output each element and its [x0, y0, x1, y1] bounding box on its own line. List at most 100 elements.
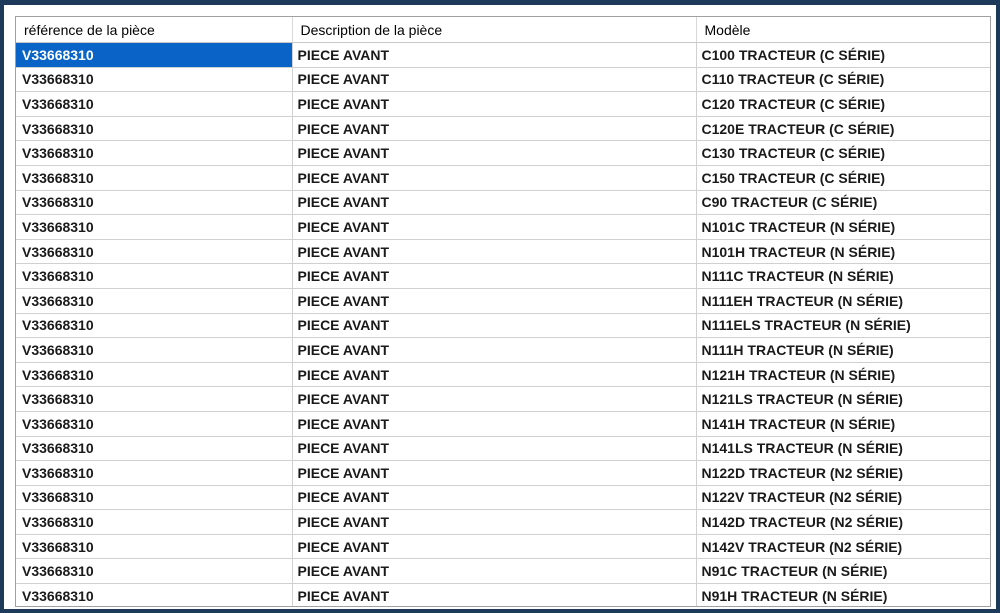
- cell-reference[interactable]: V33668310: [16, 386, 293, 412]
- cell-model[interactable]: N142V TRACTEUR (N2 SÉRIE): [696, 534, 990, 560]
- cell-reference[interactable]: V33668310: [16, 436, 293, 462]
- cell-description[interactable]: PIECE AVANT: [292, 313, 697, 339]
- parts-grid[interactable]: référence de la pièce Description de la …: [15, 16, 991, 607]
- cell-reference[interactable]: V33668310: [16, 362, 293, 388]
- cell-description[interactable]: PIECE AVANT: [292, 583, 697, 606]
- table-row[interactable]: V33668310 PIECE AVANT C110 TRACTEUR (C SÉR…: [16, 67, 990, 93]
- cell-model[interactable]: C120E TRACTEUR (C SÉRIE): [696, 116, 990, 142]
- table-row[interactable]: V33668310 PIECE AVANT C100 TRACTEUR (C SÉR…: [16, 42, 990, 68]
- cell-model[interactable]: N142D TRACTEUR (N2 SÉRIE): [696, 509, 990, 535]
- cell-description[interactable]: PIECE AVANT: [292, 190, 697, 216]
- cell-description[interactable]: PIECE AVANT: [292, 337, 697, 363]
- cell-model[interactable]: C90 TRACTEUR (C SÉRIE): [696, 190, 990, 216]
- table-row[interactable]: V33668310 PIECE AVANT N111ELS TRACTEUR (N …: [16, 313, 990, 339]
- cell-model[interactable]: C120 TRACTEUR (C SÉRIE): [696, 91, 990, 117]
- table-row[interactable]: V33668310 PIECE AVANT N111EH TRACTEUR (N S…: [16, 288, 990, 314]
- cell-description[interactable]: PIECE AVANT: [292, 386, 697, 412]
- table-row[interactable]: V33668310 PIECE AVANT C120E TRACTEUR (C SÉ…: [16, 116, 990, 142]
- cell-description[interactable]: PIECE AVANT: [292, 411, 697, 437]
- cell-description[interactable]: PIECE AVANT: [292, 460, 697, 486]
- cell-description[interactable]: PIECE AVANT: [292, 263, 697, 289]
- cell-model[interactable]: C110 TRACTEUR (C SÉRIE): [696, 67, 990, 93]
- cell-reference[interactable]: V33668310: [16, 583, 293, 606]
- cell-model[interactable]: N111ELS TRACTEUR (N SÉRIE): [696, 313, 990, 339]
- cell-model[interactable]: N141H TRACTEUR (N SÉRIE): [696, 411, 990, 437]
- cell-model[interactable]: N111EH TRACTEUR (N SÉRIE): [696, 288, 990, 314]
- window-frame: référence de la pièce Description de la …: [0, 0, 1000, 613]
- cell-reference[interactable]: V33668310: [16, 485, 293, 511]
- column-header-model[interactable]: Modèle: [696, 17, 990, 43]
- cell-model[interactable]: N111H TRACTEUR (N SÉRIE): [696, 337, 990, 363]
- table-row[interactable]: V33668310 PIECE AVANT N121H TRACTEUR (N SÉ…: [16, 362, 990, 388]
- table-row[interactable]: V33668310 PIECE AVANT N101H TRACTEUR (N SÉ…: [16, 239, 990, 265]
- cell-reference[interactable]: V33668310: [16, 263, 293, 289]
- cell-description[interactable]: PIECE AVANT: [292, 214, 697, 240]
- table-row[interactable]: V33668310 PIECE AVANT N111C TRACTEUR (N SÉ…: [16, 263, 990, 289]
- cell-model[interactable]: N101C TRACTEUR (N SÉRIE): [696, 214, 990, 240]
- cell-reference[interactable]: V33668310: [16, 140, 293, 166]
- cell-reference[interactable]: V33668310: [16, 337, 293, 363]
- cell-reference[interactable]: V33668310: [16, 288, 293, 314]
- cell-description[interactable]: PIECE AVANT: [292, 67, 697, 93]
- table-body: V33668310 PIECE AVANT C100 TRACTEUR (C SÉR…: [16, 42, 990, 606]
- cell-description[interactable]: PIECE AVANT: [292, 436, 697, 462]
- cell-description[interactable]: PIECE AVANT: [292, 534, 697, 560]
- cell-description[interactable]: PIECE AVANT: [292, 558, 697, 585]
- cell-reference[interactable]: V33668310: [16, 190, 293, 216]
- cell-reference[interactable]: V33668310: [16, 42, 293, 68]
- cell-description[interactable]: PIECE AVANT: [292, 509, 697, 535]
- cell-description[interactable]: PIECE AVANT: [292, 362, 697, 388]
- cell-reference[interactable]: V33668310: [16, 67, 293, 93]
- cell-reference[interactable]: V33668310: [16, 313, 293, 339]
- cell-description[interactable]: PIECE AVANT: [292, 42, 697, 68]
- table-row[interactable]: V33668310 PIECE AVANT N142D TRACTEUR (N2 S…: [16, 509, 990, 535]
- table-row[interactable]: V33668310 PIECE AVANT N122V TRACTEUR (N2 S…: [16, 485, 990, 511]
- cell-description[interactable]: PIECE AVANT: [292, 239, 697, 265]
- cell-reference[interactable]: V33668310: [16, 509, 293, 535]
- table-row[interactable]: V33668310 PIECE AVANT N111H TRACTEUR (N SÉ…: [16, 337, 990, 363]
- table-row[interactable]: V33668310 PIECE AVANT C130 TRACTEUR (C SÉR…: [16, 140, 990, 166]
- parts-table: référence de la pièce Description de la …: [16, 17, 990, 606]
- cell-model[interactable]: N122D TRACTEUR (N2 SÉRIE): [696, 460, 990, 486]
- table-row[interactable]: V33668310 PIECE AVANT C150 TRACTEUR (C SÉR…: [16, 165, 990, 191]
- cell-model[interactable]: N122V TRACTEUR (N2 SÉRIE): [696, 485, 990, 511]
- cell-model[interactable]: N91H TRACTEUR (N SÉRIE): [696, 583, 990, 606]
- cell-reference[interactable]: V33668310: [16, 91, 293, 117]
- cell-model[interactable]: N101H TRACTEUR (N SÉRIE): [696, 239, 990, 265]
- cell-reference[interactable]: V33668310: [16, 558, 293, 585]
- cell-reference[interactable]: V33668310: [16, 534, 293, 560]
- cell-description[interactable]: PIECE AVANT: [292, 165, 697, 191]
- cell-model[interactable]: N91C TRACTEUR (N SÉRIE): [696, 558, 990, 585]
- column-header-reference[interactable]: référence de la pièce: [16, 17, 293, 43]
- cell-reference[interactable]: V33668310: [16, 165, 293, 191]
- cell-reference[interactable]: V33668310: [16, 116, 293, 142]
- table-row[interactable]: V33668310 PIECE AVANT N121LS TRACTEUR (N S…: [16, 386, 990, 412]
- table-row[interactable]: V33668310 PIECE AVANT N141H TRACTEUR (N SÉ…: [16, 411, 990, 437]
- cell-model[interactable]: C130 TRACTEUR (C SÉRIE): [696, 140, 990, 166]
- table-row[interactable]: V33668310 PIECE AVANT N101C TRACTEUR (N SÉ…: [16, 214, 990, 240]
- cell-description[interactable]: PIECE AVANT: [292, 288, 697, 314]
- cell-model[interactable]: N121LS TRACTEUR (N SÉRIE): [696, 386, 990, 412]
- cell-model[interactable]: C100 TRACTEUR (C SÉRIE): [696, 42, 990, 68]
- table-row[interactable]: V33668310 PIECE AVANT C90 TRACTEUR (C SÉRI…: [16, 190, 990, 216]
- cell-reference[interactable]: V33668310: [16, 411, 293, 437]
- cell-reference[interactable]: V33668310: [16, 239, 293, 265]
- cell-model[interactable]: N111C TRACTEUR (N SÉRIE): [696, 263, 990, 289]
- table-row[interactable]: V33668310 PIECE AVANT N91H TRACTEUR (N SÉR…: [16, 583, 990, 606]
- cell-description[interactable]: PIECE AVANT: [292, 116, 697, 142]
- column-header-description[interactable]: Description de la pièce: [292, 17, 697, 43]
- cell-model[interactable]: N121H TRACTEUR (N SÉRIE): [696, 362, 990, 388]
- cell-description[interactable]: PIECE AVANT: [292, 485, 697, 511]
- table-row[interactable]: V33668310 PIECE AVANT N142V TRACTEUR (N2 S…: [16, 534, 990, 560]
- header-row: référence de la pièce Description de la …: [16, 17, 990, 43]
- cell-description[interactable]: PIECE AVANT: [292, 140, 697, 166]
- table-row[interactable]: V33668310 PIECE AVANT N91C TRACTEUR (N SÉR…: [16, 558, 990, 585]
- table-row[interactable]: V33668310 PIECE AVANT N122D TRACTEUR (N2 S…: [16, 460, 990, 486]
- cell-model[interactable]: N141LS TRACTEUR (N SÉRIE): [696, 436, 990, 462]
- cell-reference[interactable]: V33668310: [16, 460, 293, 486]
- cell-description[interactable]: PIECE AVANT: [292, 91, 697, 117]
- cell-reference[interactable]: V33668310: [16, 214, 293, 240]
- table-row[interactable]: V33668310 PIECE AVANT N141LS TRACTEUR (N S…: [16, 436, 990, 462]
- cell-model[interactable]: C150 TRACTEUR (C SÉRIE): [696, 165, 990, 191]
- table-row[interactable]: V33668310 PIECE AVANT C120 TRACTEUR (C SÉR…: [16, 91, 990, 117]
